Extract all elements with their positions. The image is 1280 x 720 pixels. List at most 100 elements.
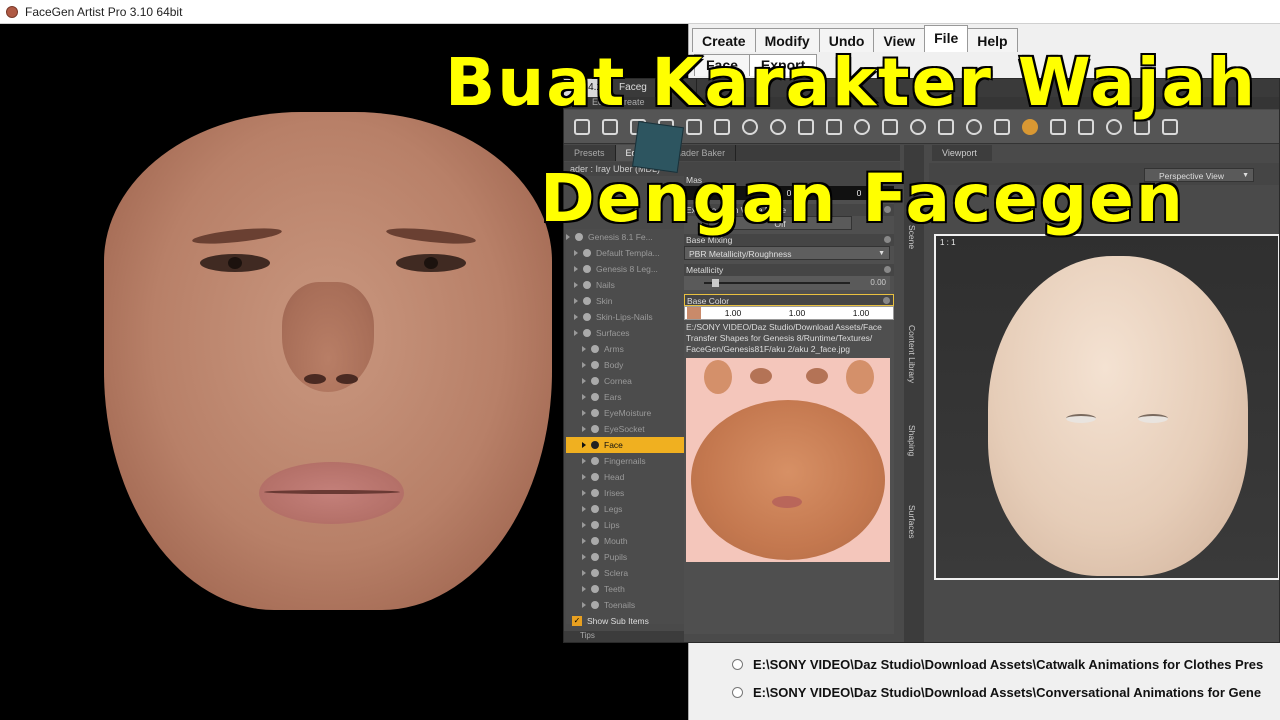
tree-item-mouth[interactable]: Mouth [566,533,684,549]
tree-item-face-selected[interactable]: Face [566,437,684,453]
tree-item-fingernails[interactable]: Fingernails [566,453,684,469]
daz-viewport[interactable]: 1 : 1 [934,234,1279,580]
file-option-catwalk[interactable]: E:\SONY VIDEO\Daz Studio\Download Assets… [724,650,1280,678]
uv-left-eye [750,368,772,384]
base-mixing-dropdown[interactable]: PBR Metallicity/Roughness [684,246,890,261]
tree-item-arms[interactable]: Arms [566,341,684,357]
left-eyebrow [191,225,283,247]
tree-item-sclera[interactable]: Sclera [566,565,684,581]
tree-node-skin[interactable]: Skin [566,293,684,309]
video-title-line-2: Dengan Facegen [539,159,1185,238]
video-title-line-1: Buat Karakter Wajah [444,43,1257,122]
texture-path: E:/SONY VIDEO/Daz Studio/Download Assets… [686,322,882,354]
tree-item-pupils[interactable]: Pupils [566,549,684,565]
base-color-r[interactable]: 1.00 [701,308,765,318]
texture-thumbnail[interactable] [687,307,701,319]
title-bar: FaceGen Artist Pro 3.10 64bit [0,0,1280,24]
material-icon [591,553,599,561]
model-right-eye [1138,414,1168,423]
export-file-list: E:\SONY VIDEO\Daz Studio\Download Assets… [724,650,1280,720]
base-color-b[interactable]: 1.00 [829,308,893,318]
tree-node-default-template[interactable]: Default Templa... [566,245,684,261]
tree-item-lips[interactable]: Lips [566,517,684,533]
material-icon [591,393,599,401]
radio-button[interactable] [732,658,743,670]
tips-tab[interactable]: Tips [564,631,684,642]
tree-item-head[interactable]: Head [566,469,684,485]
viewport-tab[interactable]: Viewport [932,145,992,161]
facegen-face-model[interactable] [104,112,552,610]
tree-node-nails[interactable]: Nails [566,277,684,293]
uv-lips [772,496,802,508]
radio-button[interactable] [732,686,743,698]
metallicity-label: Metallicity [684,264,894,276]
material-icon [591,409,599,417]
material-icon [591,425,599,433]
right-nostril [336,374,358,384]
tree-item-legs[interactable]: Legs [566,501,684,517]
material-icon [591,585,599,593]
template-icon [583,281,591,289]
tree-item-teeth[interactable]: Teeth [566,581,684,597]
tree-item-cornea[interactable]: Cornea [566,373,684,389]
tree-node-genesis-legacy[interactable]: Genesis 8 Leg... [566,261,684,277]
tab-surfaces[interactable]: Surfaces [907,505,917,539]
template-icon [583,313,591,321]
uv-left-ear [704,360,732,394]
material-icon [591,345,599,353]
show-sub-items-checkbox[interactable]: ✓ Show Sub Items [566,613,684,629]
tree-item-toenails[interactable]: Toenails [566,597,684,613]
base-color-values[interactable]: 1.00 1.00 1.00 [684,306,894,320]
tab-presets[interactable]: Presets [564,145,616,161]
file-option-conversational[interactable]: E:\SONY VIDEO\Daz Studio\Download Assets… [724,678,1280,706]
left-nostril [304,374,326,384]
material-icon [591,569,599,577]
model-left-eye [1066,414,1096,423]
left-eye [200,254,270,272]
slider-knob[interactable] [712,279,719,287]
tree-node-skin-lips-nails[interactable]: Skin-Lips-Nails [566,309,684,325]
tab-shaping[interactable]: Shaping [907,425,917,456]
base-color-g[interactable]: 1.00 [765,308,829,318]
metallicity-value: 0.00 [870,278,886,287]
material-icon [591,601,599,609]
lip-line [264,490,400,494]
genesis-head-model [988,256,1248,576]
right-eyebrow [385,225,477,247]
tree-item-eyesocket[interactable]: EyeSocket [566,421,684,437]
material-icon [591,537,599,545]
viewport-ratio: 1 : 1 [940,238,956,247]
material-icon [591,489,599,497]
slider-track [704,282,850,284]
metallicity-slider[interactable]: 0.00 [684,276,890,290]
material-icon [591,377,599,385]
tree-node-surfaces[interactable]: Surfaces [566,325,684,341]
material-icon [591,505,599,513]
tree-item-irises[interactable]: Irises [566,485,684,501]
base-color-label: Base Color [684,294,894,306]
material-icon [591,473,599,481]
face-texture-preview [686,358,890,562]
facegen-app-icon [6,5,18,18]
tree-item-ears[interactable]: Ears [566,389,684,405]
template-icon [583,249,591,257]
tab-content-library[interactable]: Content Library [907,325,917,383]
material-icon [591,521,599,529]
uv-face-map [691,400,885,560]
right-eye [396,254,466,272]
uv-right-ear [846,360,874,394]
tree-item-body[interactable]: Body [566,357,684,373]
checkmark-icon: ✓ [572,616,582,626]
gear-icon[interactable] [884,266,891,273]
gear-icon[interactable] [883,297,890,304]
surfaces-icon [583,329,591,337]
surface-tree: Genesis 8.1 Fe... Default Templa... Gene… [566,229,684,626]
screen: FaceGen Artist Pro 3.10 64bit Create Mod… [0,0,1280,720]
uv-right-eye [806,368,828,384]
material-icon [591,457,599,465]
material-icon [591,361,599,369]
surface-properties: Mas 0 0 0 Exclude From White Mode Off Ba… [684,174,894,634]
tree-item-eyemoisture[interactable]: EyeMoisture [566,405,684,421]
material-icon [591,441,599,449]
gear-icon[interactable] [884,236,891,243]
